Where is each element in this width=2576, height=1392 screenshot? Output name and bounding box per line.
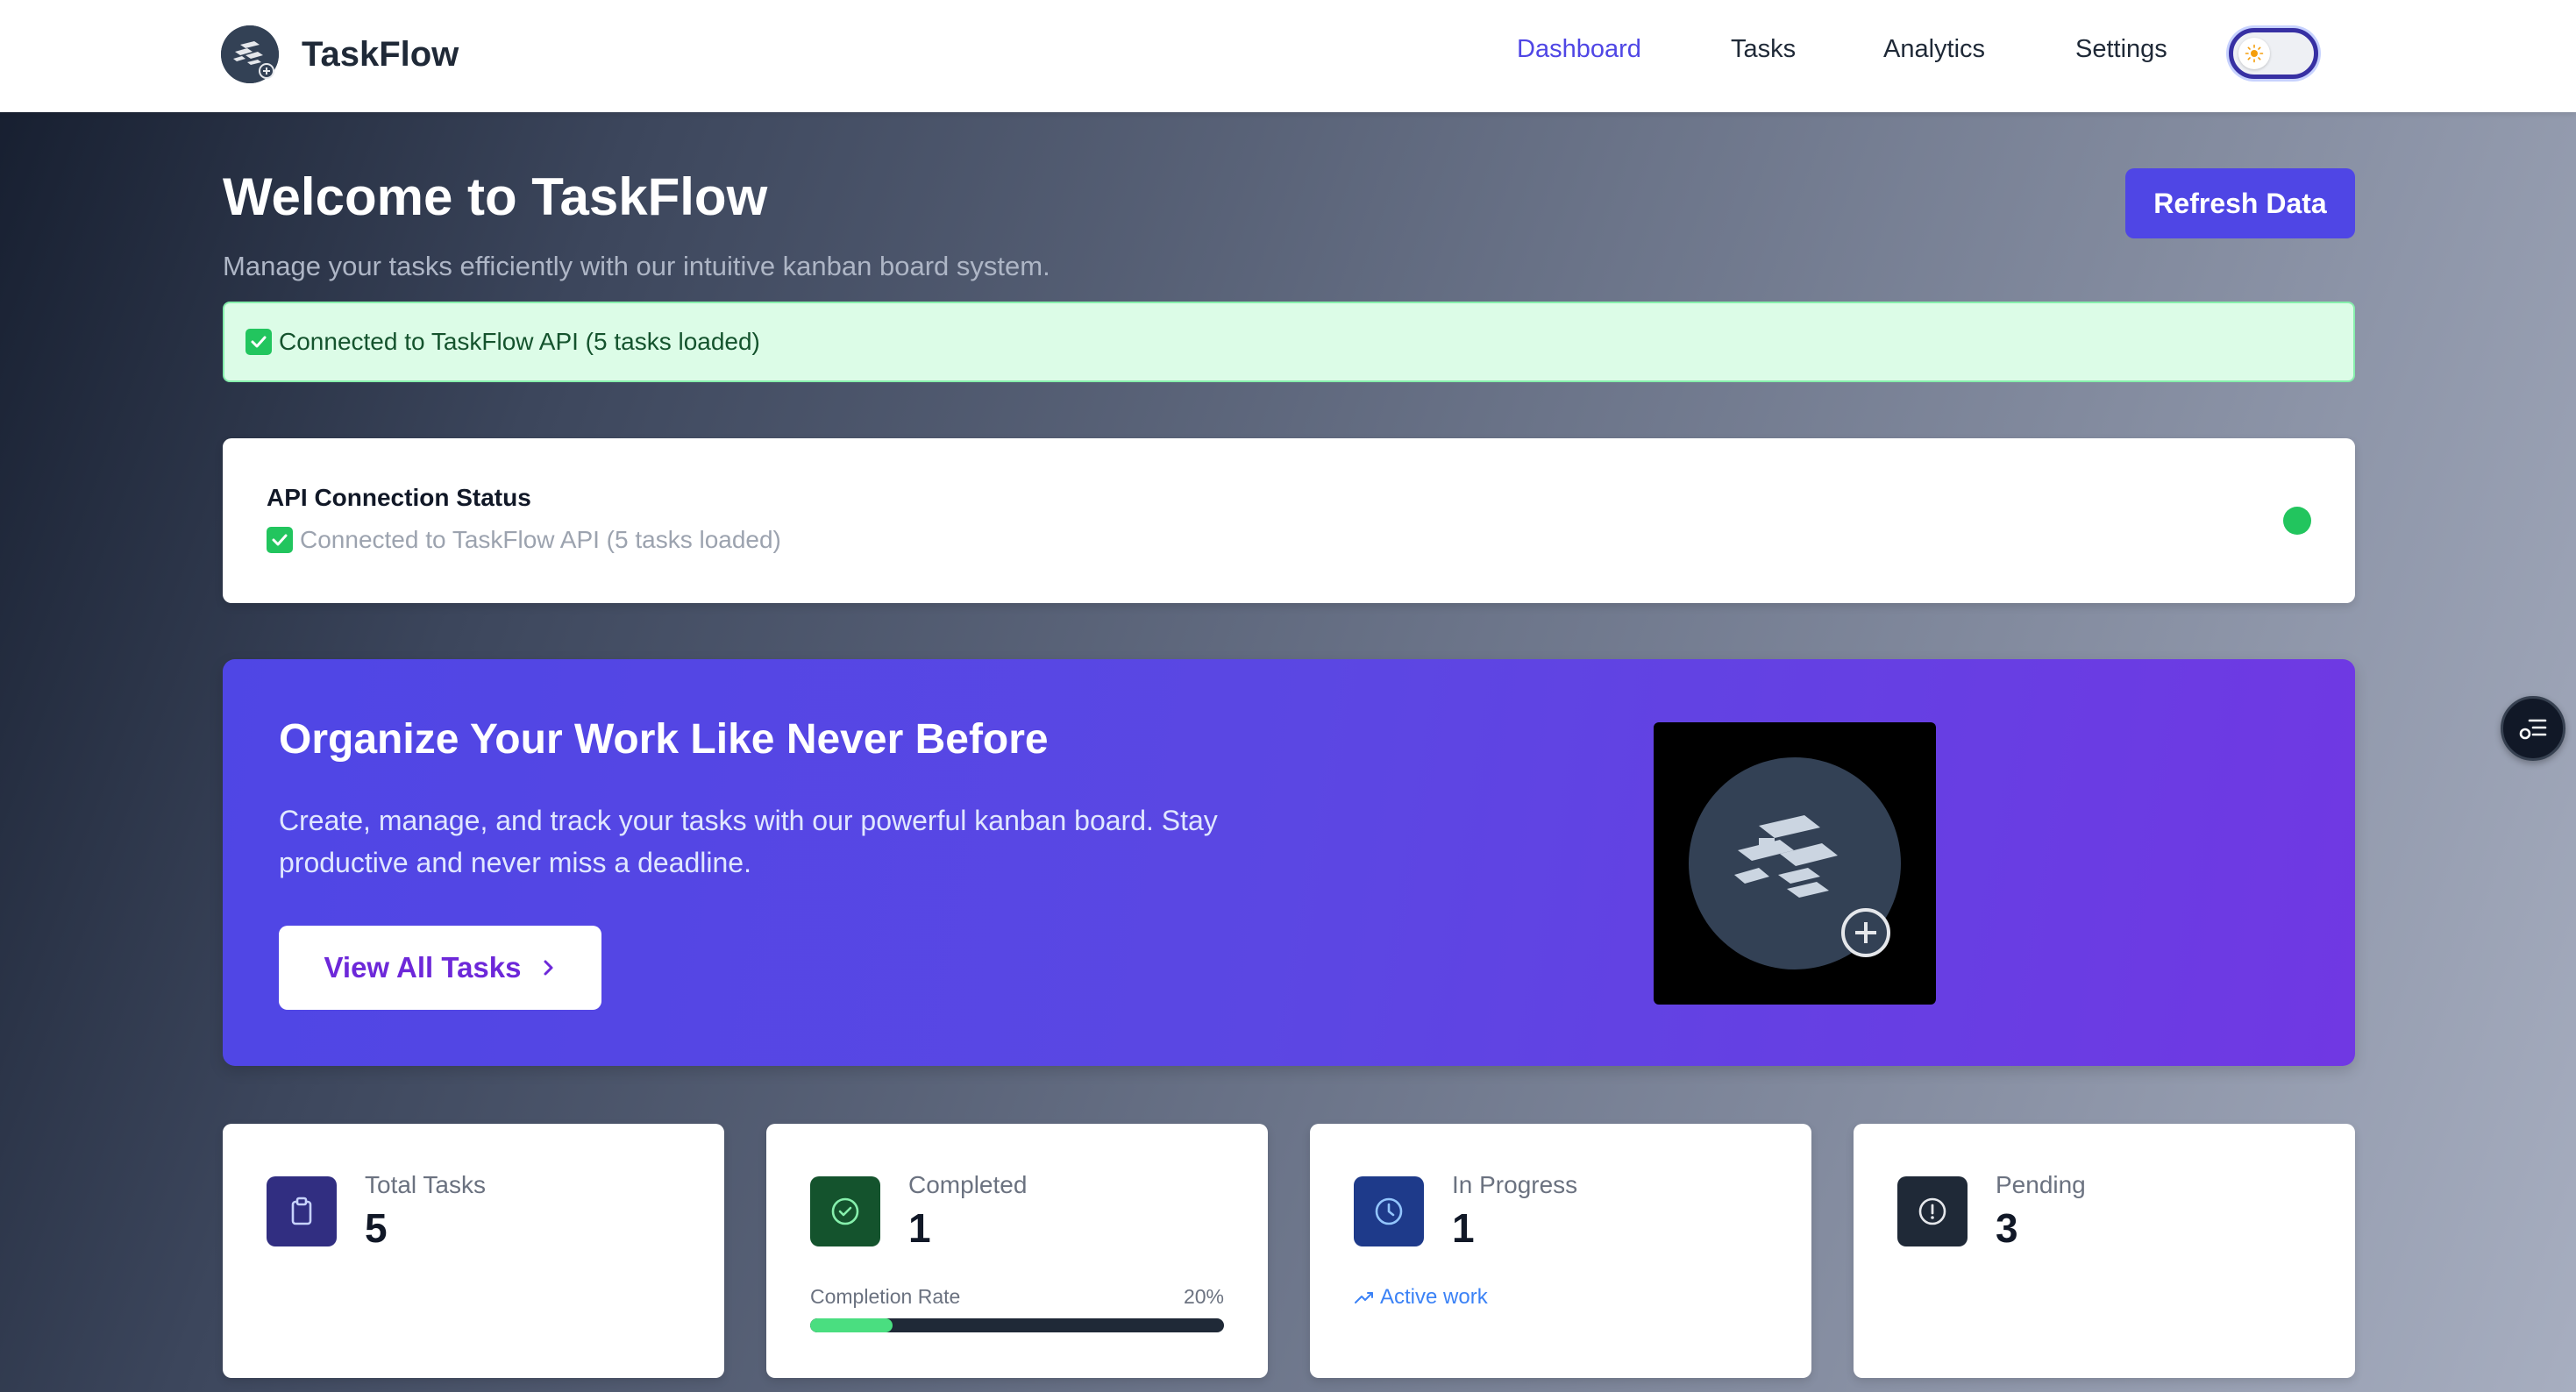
stat-value: 1 <box>1452 1205 1475 1251</box>
stat-icon-box <box>1897 1176 1968 1246</box>
alert-circle-icon <box>1918 1197 1946 1225</box>
completion-rate-label: Completion Rate <box>810 1285 961 1308</box>
stat-value: 5 <box>365 1205 388 1251</box>
stat-label: Total Tasks <box>365 1171 486 1198</box>
connection-alert: Connected to TaskFlow API (5 tasks loade… <box>223 302 2355 382</box>
view-all-tasks-button[interactable]: View All Tasks <box>279 926 601 1010</box>
stat-label: Completed <box>908 1171 1028 1198</box>
taskflow-logo-icon <box>221 25 279 83</box>
chevron-right-icon <box>544 960 552 976</box>
completion-rate-value: 20% <box>1183 1285 1224 1308</box>
refresh-data-button[interactable]: Refresh Data <box>2125 168 2355 238</box>
clock-icon <box>1375 1197 1403 1225</box>
filter-list-icon <box>2519 719 2547 740</box>
status-card-text: Connected to TaskFlow API (5 tasks loade… <box>267 526 781 554</box>
stat-card-completed: Completed 1 Completion Rate 20% <box>766 1124 1268 1378</box>
status-card-title: API Connection Status <box>267 484 531 511</box>
stat-icon-box <box>267 1176 337 1246</box>
floating-menu-button[interactable] <box>2501 696 2565 761</box>
brand[interactable]: TaskFlow <box>221 25 459 84</box>
stat-card-pending: Pending 3 <box>1854 1124 2355 1378</box>
stat-icon-box <box>1354 1176 1424 1246</box>
brand-name: TaskFlow <box>302 34 459 74</box>
active-work-note: Active work <box>1354 1285 1488 1310</box>
view-all-tasks-label: View All Tasks <box>324 951 522 984</box>
alert-text: Connected to TaskFlow API (5 tasks loade… <box>279 328 760 355</box>
nav-settings[interactable]: Settings <box>2075 35 2167 64</box>
stat-value: 1 <box>908 1205 931 1251</box>
completion-progress-bar <box>810 1318 1224 1332</box>
nav-tasks[interactable]: Tasks <box>1731 35 1796 64</box>
clipboard-icon <box>291 1197 312 1225</box>
check-mark-icon <box>267 527 293 553</box>
taskflow-logo-icon <box>1689 757 1901 969</box>
status-message: Connected to TaskFlow API (5 tasks loade… <box>300 526 781 553</box>
hero-illustration <box>1654 722 1936 1005</box>
page-subtitle: Manage your tasks efficiently with our i… <box>223 251 1050 281</box>
trending-up-icon <box>1355 1292 1373 1303</box>
page-title: Welcome to TaskFlow <box>223 167 768 226</box>
nav-dashboard[interactable]: Dashboard <box>1517 35 1641 64</box>
status-indicator <box>2283 507 2311 535</box>
stat-card-in-progress: In Progress 1 Active work <box>1310 1124 1811 1378</box>
stat-value: 3 <box>1996 1205 2018 1251</box>
active-work-text: Active work <box>1380 1285 1488 1309</box>
stat-card-total: Total Tasks 5 <box>223 1124 724 1378</box>
hero-title: Organize Your Work Like Never Before <box>279 716 1049 763</box>
nav-analytics[interactable]: Analytics <box>1883 35 1985 64</box>
api-status-card: API Connection Status Connected to TaskF… <box>223 438 2355 603</box>
navbar: TaskFlow Dashboard Tasks Analytics Setti… <box>0 0 2576 112</box>
stat-label: Pending <box>1996 1171 2086 1198</box>
stat-icon-box <box>810 1176 880 1246</box>
check-mark-icon <box>246 329 272 355</box>
hero-description: Create, manage, and track your tasks wit… <box>279 805 1218 878</box>
completion-progress-fill <box>810 1318 893 1332</box>
theme-toggle[interactable] <box>2229 28 2318 79</box>
check-circle-icon <box>831 1197 859 1225</box>
hero-banner: Organize Your Work Like Never Before Cre… <box>223 659 2355 1066</box>
stat-label: In Progress <box>1452 1171 1578 1198</box>
sun-icon <box>2238 38 2270 69</box>
